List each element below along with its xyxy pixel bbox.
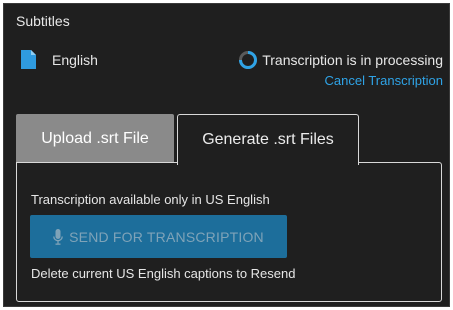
file-icon bbox=[21, 50, 36, 69]
spinner-icon bbox=[238, 50, 258, 70]
language-label: English bbox=[52, 51, 98, 68]
microphone-icon bbox=[53, 228, 63, 245]
transcription-status: Transcription is in processing Cancel Tr… bbox=[238, 50, 443, 88]
send-for-transcription-button[interactable]: SEND FOR TRANSCRIPTION bbox=[30, 215, 287, 258]
status-text: Transcription is in processing bbox=[262, 52, 443, 68]
send-button-label: SEND FOR TRANSCRIPTION bbox=[69, 228, 264, 245]
cancel-transcription-link[interactable]: Cancel Transcription bbox=[238, 73, 444, 88]
delete-captions-hint: Delete current US English captions to Re… bbox=[31, 266, 296, 281]
transcription-info-text: Transcription available only in US Engli… bbox=[31, 192, 270, 207]
tab-bar: Upload .srt File Generate .srt Files bbox=[16, 114, 359, 165]
tab-upload-srt-file[interactable]: Upload .srt File bbox=[16, 114, 174, 163]
generate-tab-content: Transcription available only in US Engli… bbox=[16, 162, 442, 302]
panel-title: Subtitles bbox=[16, 13, 70, 29]
tab-generate-srt-files[interactable]: Generate .srt Files bbox=[177, 114, 359, 165]
language-row: English bbox=[21, 50, 98, 69]
subtitles-panel: Subtitles English Transcription is in pr… bbox=[3, 3, 450, 307]
